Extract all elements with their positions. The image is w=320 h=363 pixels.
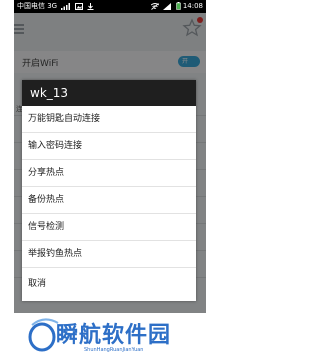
status-left: 中国电信 3G: [17, 0, 94, 13]
option-signal-test[interactable]: 信号检测: [22, 214, 196, 241]
download-icon: [87, 2, 94, 10]
option-report-phishing[interactable]: 举报钓鱼热点: [22, 241, 196, 268]
image-icon: [74, 2, 83, 10]
option-share-hotspot[interactable]: 分享热点: [22, 160, 196, 187]
carrier-text: 中国电信 3G: [17, 2, 58, 10]
watermark: 瞬航软件园 ShunHangRuanJianYuan: [24, 315, 184, 361]
watermark-brand: 瞬航软件园: [56, 323, 172, 348]
signal-icon: [61, 2, 71, 10]
status-bar: 中国电信 3G 14:08: [14, 0, 206, 13]
no-wifi-icon: [151, 2, 160, 10]
phone-screen: 中国电信 3G 14:08 开启WiFi 开 连 wk_13 万能钥匙自动连接 …: [14, 0, 206, 313]
network-options-dialog: wk_13 万能钥匙自动连接 输入密码连接 分享热点 备份热点 信号检测 举报钓…: [22, 80, 196, 301]
option-auto-connect[interactable]: 万能钥匙自动连接: [22, 106, 196, 133]
cell-signal-icon: [163, 2, 172, 10]
status-right: 14:08: [149, 0, 203, 13]
watermark-sub: ShunHangRuanJianYuan: [84, 347, 144, 353]
option-cancel[interactable]: 取消: [22, 268, 196, 301]
clock-text: 14:08: [182, 2, 203, 10]
battery-icon: [175, 2, 181, 10]
option-password-connect[interactable]: 输入密码连接: [22, 133, 196, 160]
option-backup-hotspot[interactable]: 备份热点: [22, 187, 196, 214]
dialog-title: wk_13: [22, 80, 196, 106]
